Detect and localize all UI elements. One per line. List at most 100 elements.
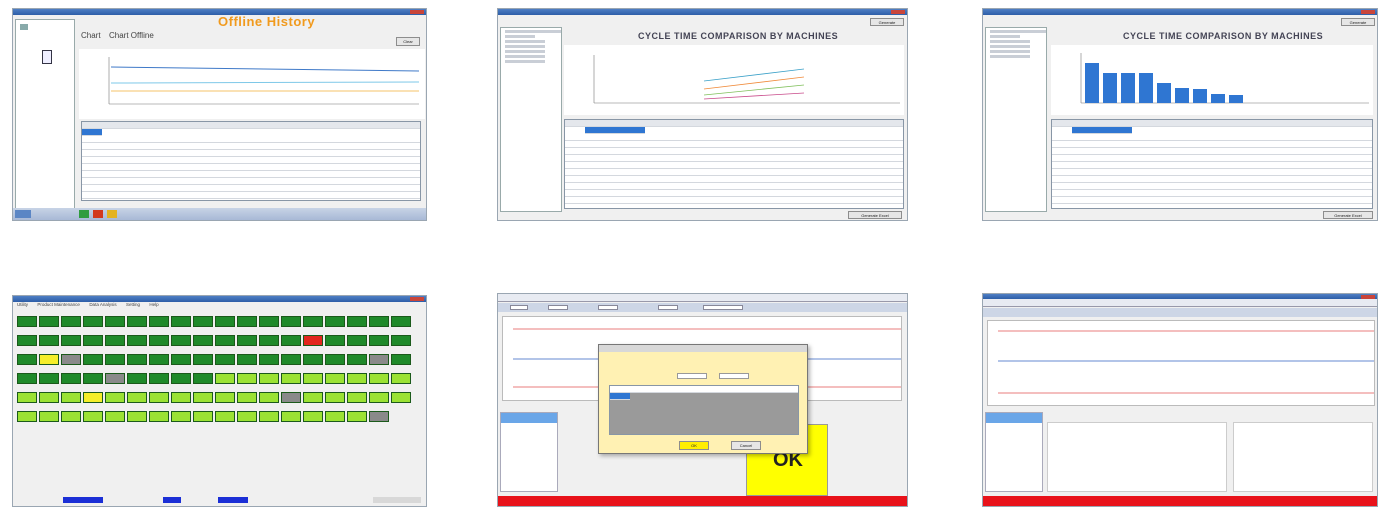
machine-cell[interactable] [259, 354, 279, 365]
dropdown[interactable] [510, 305, 528, 310]
dropdown[interactable] [548, 305, 568, 310]
data-table[interactable] [1051, 119, 1373, 209]
thumbnail-machine-grid[interactable]: Utility Product Maintenance Data Analysi… [12, 295, 427, 507]
machine-cell[interactable] [303, 373, 323, 384]
machine-cell[interactable] [303, 411, 323, 422]
thumbnail-offline-history[interactable]: Offline History Chart Chart Offline Clea… [12, 8, 427, 221]
machine-cell[interactable] [369, 354, 389, 365]
machine-tree[interactable] [985, 27, 1047, 212]
app-icon[interactable] [107, 210, 117, 218]
machine-cell[interactable] [39, 392, 59, 403]
dropdown[interactable] [658, 305, 678, 310]
machine-cell[interactable] [303, 392, 323, 403]
dialog-cancel-button[interactable]: Cancel [731, 441, 761, 450]
machine-cell[interactable] [259, 392, 279, 403]
app-icon[interactable] [93, 210, 103, 218]
close-icon[interactable] [1361, 10, 1375, 14]
tree-panel[interactable] [15, 19, 75, 209]
machine-cell[interactable] [105, 335, 125, 346]
tab-strip[interactable] [983, 299, 1377, 307]
generate-excel-button[interactable]: Generate Excel [848, 211, 902, 219]
filter-bar[interactable] [498, 303, 907, 312]
machine-cell[interactable] [39, 411, 59, 422]
machine-cell[interactable] [325, 411, 345, 422]
machine-cell[interactable] [127, 392, 147, 403]
machine-cell[interactable] [281, 354, 301, 365]
machine-cell[interactable] [127, 411, 147, 422]
machine-cell[interactable] [237, 335, 257, 346]
machine-cell[interactable] [17, 411, 37, 422]
generate-button[interactable]: Generate [1341, 18, 1375, 26]
menu-help[interactable]: Help [149, 302, 158, 307]
machine-cell[interactable] [215, 335, 235, 346]
machine-cell[interactable] [369, 373, 389, 384]
menu-utility[interactable]: Utility [17, 302, 28, 307]
machine-cell[interactable] [237, 373, 257, 384]
dropdown[interactable] [598, 305, 618, 310]
machine-cell[interactable] [83, 316, 103, 327]
thumbnail-cycle-time-bar[interactable]: Generate CYCLE TIME COMPARISON BY MACHIN… [982, 8, 1378, 221]
generate-excel-button[interactable]: Generate Excel [1323, 211, 1373, 219]
machine-cell[interactable] [303, 354, 323, 365]
machine-cell[interactable] [149, 335, 169, 346]
machine-cell[interactable] [325, 354, 345, 365]
clear-button[interactable]: Clear [396, 37, 420, 46]
machine-cell[interactable] [17, 392, 37, 403]
machine-cell[interactable] [61, 354, 81, 365]
close-icon[interactable] [410, 10, 424, 14]
machine-cell[interactable] [325, 335, 345, 346]
machine-cell[interactable] [193, 411, 213, 422]
dialog-ok-button[interactable]: OK [679, 441, 709, 450]
machine-cell[interactable] [83, 373, 103, 384]
start-icon[interactable] [15, 210, 31, 218]
machine-cell[interactable] [61, 335, 81, 346]
dialog-input[interactable] [719, 373, 749, 379]
machine-cell[interactable] [369, 392, 389, 403]
machine-cell[interactable] [171, 335, 191, 346]
machine-cell[interactable] [391, 316, 411, 327]
machine-cell[interactable] [83, 392, 103, 403]
machine-cell[interactable] [105, 373, 125, 384]
machine-cell[interactable] [215, 316, 235, 327]
machine-cell[interactable] [259, 411, 279, 422]
machine-cell[interactable] [259, 316, 279, 327]
thumbnail-spc-monitor[interactable] [982, 293, 1378, 507]
machine-cell[interactable] [171, 316, 191, 327]
close-icon[interactable] [891, 10, 905, 14]
menu-product-maintenance[interactable]: Product Maintenance [37, 302, 80, 307]
machine-cell[interactable] [83, 411, 103, 422]
machine-cell[interactable] [171, 392, 191, 403]
dialog-table[interactable] [609, 385, 799, 435]
machine-cell[interactable] [281, 373, 301, 384]
filter-bar[interactable] [983, 308, 1377, 317]
machine-cell[interactable] [259, 373, 279, 384]
machine-cell[interactable] [215, 411, 235, 422]
machine-cell[interactable] [391, 354, 411, 365]
machine-cell[interactable] [171, 354, 191, 365]
machine-cell[interactable] [149, 392, 169, 403]
app-icon[interactable] [79, 210, 89, 218]
machine-cell[interactable] [17, 354, 37, 365]
machine-cell[interactable] [215, 392, 235, 403]
thumbnail-spc-monitor-dialog[interactable]: OK OK Cancel [497, 293, 908, 507]
machine-cell[interactable] [281, 335, 301, 346]
data-table[interactable] [81, 121, 421, 201]
machine-cell[interactable] [17, 373, 37, 384]
machine-grid[interactable] [17, 316, 411, 426]
machine-cell[interactable] [391, 335, 411, 346]
machine-cell[interactable] [237, 411, 257, 422]
machine-cell[interactable] [193, 335, 213, 346]
dialog-input[interactable] [677, 373, 707, 379]
machine-cell[interactable] [171, 411, 191, 422]
close-icon[interactable] [410, 297, 424, 301]
tab-chart-offline[interactable]: Chart Offline [109, 31, 154, 40]
tab-strip[interactable] [498, 294, 907, 302]
machine-cell[interactable] [347, 411, 367, 422]
machine-cell[interactable] [149, 411, 169, 422]
machine-cell[interactable] [39, 316, 59, 327]
machine-cell[interactable] [369, 411, 389, 422]
machine-cell[interactable] [347, 316, 367, 327]
thumbnail-cycle-time-line[interactable]: Generate CYCLE TIME COMPARISON BY MACHIN… [497, 8, 908, 221]
machine-cell[interactable] [193, 373, 213, 384]
dropdown[interactable] [703, 305, 743, 310]
